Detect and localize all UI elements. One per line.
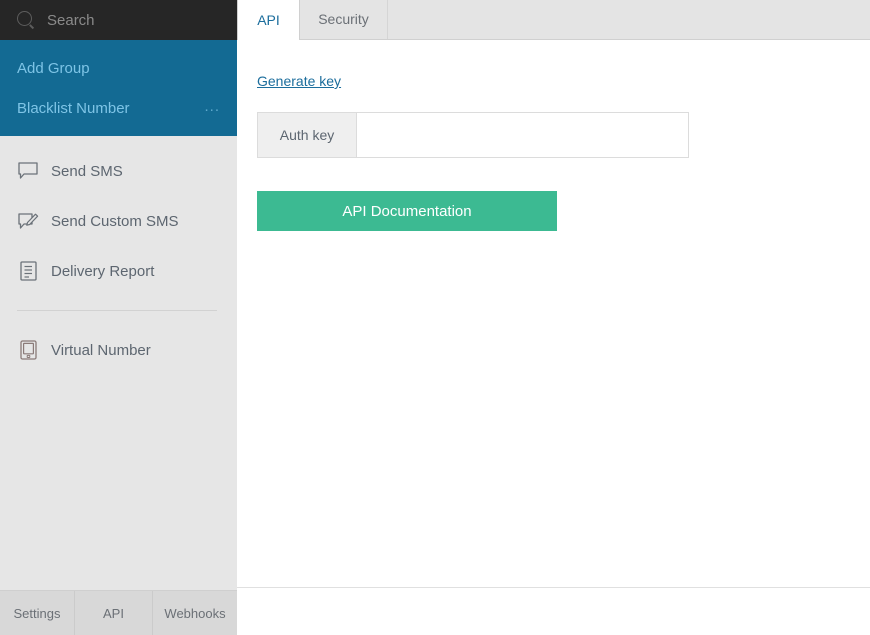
search-bar[interactable] [0, 0, 237, 40]
overflow-dots-icon[interactable]: ... [204, 99, 220, 118]
sidebar-item-label: Blacklist Number [17, 99, 130, 117]
sidebar-highlight-group: Add Group Blacklist Number ... [0, 40, 237, 136]
sidebar-item-send-custom-sms[interactable]: Send Custom SMS [0, 196, 237, 246]
tab-content-api: Generate key Auth key API Documentation [237, 40, 870, 231]
tab-bar: API Security [237, 0, 870, 40]
mobile-device-icon [17, 339, 39, 361]
auth-key-label: Auth key [257, 112, 356, 158]
footer-item-api[interactable]: API [75, 591, 153, 635]
document-lines-icon [17, 260, 39, 282]
sidebar-item-label: Send SMS [51, 162, 123, 180]
sidebar-item-label: Add Group [17, 59, 90, 77]
sidebar: Add Group Blacklist Number ... Send SMS [0, 0, 237, 635]
main-panel: API Security Generate key Auth key API D… [237, 0, 870, 635]
auth-key-input-group: Auth key [257, 112, 689, 158]
search-input[interactable] [47, 11, 227, 29]
footer-bar: Settings API Webhooks [0, 590, 237, 635]
footer-item-webhooks[interactable]: Webhooks [153, 591, 237, 635]
sidebar-item-virtual-number[interactable]: Virtual Number [0, 325, 237, 375]
sidebar-item-delivery-report[interactable]: Delivery Report [0, 246, 237, 296]
sidebar-nav-list: Send SMS Send Custom SMS Delivery Report… [0, 136, 237, 375]
api-documentation-button[interactable]: API Documentation [257, 191, 557, 231]
auth-key-input[interactable] [356, 112, 689, 158]
sidebar-item-label: Delivery Report [51, 262, 155, 280]
app-root: Add Group Blacklist Number ... Send SMS [0, 0, 870, 635]
sidebar-item-label: Virtual Number [51, 341, 151, 359]
footer-item-settings[interactable]: Settings [0, 591, 75, 635]
sidebar-item-send-sms[interactable]: Send SMS [0, 146, 237, 196]
generate-key-link[interactable]: Generate key [257, 73, 341, 89]
speech-bubble-icon [17, 160, 39, 182]
sidebar-item-blacklist-number[interactable]: Blacklist Number ... [0, 88, 237, 128]
sidebar-item-add-group[interactable]: Add Group [0, 48, 237, 88]
main-bottom-divider [237, 587, 870, 588]
tab-api[interactable]: API [237, 0, 300, 40]
sidebar-item-label: Send Custom SMS [51, 212, 179, 230]
search-icon [17, 11, 35, 29]
speech-bubble-pencil-icon [17, 210, 39, 232]
tab-security[interactable]: Security [300, 0, 388, 39]
sidebar-divider [17, 310, 217, 311]
